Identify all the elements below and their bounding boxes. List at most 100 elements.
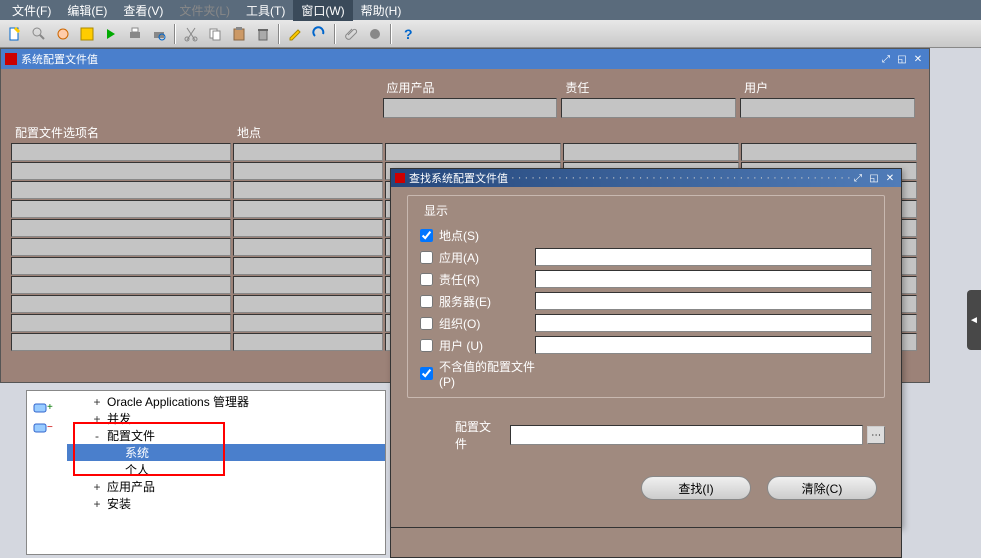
grid-cell[interactable] (563, 143, 739, 161)
grid-cell[interactable] (233, 219, 383, 237)
tree-item[interactable]: +Oracle Applications 管理器 (67, 393, 385, 410)
tree-expand-icon[interactable]: + (91, 497, 103, 511)
menu-view[interactable]: 查看(V) (115, 0, 171, 21)
grid-cell[interactable] (233, 200, 383, 218)
resp-field[interactable] (561, 98, 736, 118)
server-checkbox[interactable] (420, 295, 433, 308)
restore-icon[interactable]: ◱ (895, 52, 909, 66)
window-titlebar[interactable]: 系统配置文件值 ⤢ ◱ ✕ (1, 49, 929, 69)
user-input[interactable] (535, 336, 872, 354)
delete-icon[interactable] (252, 23, 274, 45)
tree-expand-icon[interactable]: + (91, 480, 103, 494)
app-checkbox[interactable] (420, 251, 433, 264)
menu-help[interactable]: 帮助(H) (353, 0, 410, 21)
find-button[interactable]: 查找(I) (641, 476, 751, 500)
org-checkbox[interactable] (420, 317, 433, 330)
app-input[interactable] (535, 248, 872, 266)
tools-icon[interactable] (364, 23, 386, 45)
tree-expand-icon[interactable]: + (91, 412, 103, 426)
grid-cell[interactable] (233, 143, 383, 161)
undo-icon[interactable] (308, 23, 330, 45)
user-checkbox[interactable] (420, 339, 433, 352)
tree-item[interactable]: +安装 (67, 495, 385, 512)
grid-cell[interactable] (233, 181, 383, 199)
side-handle[interactable]: ◄ (967, 290, 981, 350)
menu-window[interactable]: 窗口(W) (293, 0, 352, 21)
menu-edit[interactable]: 编辑(E) (59, 0, 115, 21)
grid-cell[interactable] (233, 257, 383, 275)
grid-cell[interactable] (11, 295, 231, 313)
profile-input[interactable] (510, 425, 863, 445)
dialog-title: 查找系统配置文件值 (409, 170, 508, 186)
resp-label: 责任(R) (439, 271, 535, 288)
menu-folder: 文件夹(L) (171, 0, 238, 21)
next-icon[interactable] (100, 23, 122, 45)
grid-cell[interactable] (11, 257, 231, 275)
tree-item[interactable]: -配置文件 (67, 427, 385, 444)
separator (278, 24, 280, 44)
lookup-button[interactable]: ⋯ (867, 426, 885, 444)
server-input[interactable] (535, 292, 872, 310)
grid-cell[interactable] (233, 238, 383, 256)
org-input[interactable] (535, 314, 872, 332)
clear-button[interactable]: 清除(C) (767, 476, 877, 500)
tree-add-icon[interactable]: + (31, 399, 55, 415)
paste-icon[interactable] (228, 23, 250, 45)
tree-remove-icon[interactable]: − (31, 419, 55, 435)
bottom-panel (390, 528, 902, 558)
edit-icon[interactable] (284, 23, 306, 45)
resp-checkbox[interactable] (420, 273, 433, 286)
menu-file[interactable]: 文件(F) (4, 0, 59, 21)
tree-item[interactable]: 个人 (67, 461, 385, 478)
grid-cell[interactable] (11, 162, 231, 180)
resp-input[interactable] (535, 270, 872, 288)
grid-cell[interactable] (11, 181, 231, 199)
help-icon[interactable]: ? (396, 23, 418, 45)
grid-cell[interactable] (233, 314, 383, 332)
copy-icon[interactable] (204, 23, 226, 45)
user-label: 用户 (740, 79, 919, 96)
restore-icon[interactable]: ◱ (867, 171, 881, 185)
grid-row (11, 143, 919, 161)
minimize-icon[interactable]: ⤢ (851, 171, 865, 185)
app-label: 应用产品 (383, 79, 562, 96)
flashlight-icon[interactable] (52, 23, 74, 45)
grid-cell[interactable] (233, 162, 383, 180)
tree-item-label: 安装 (103, 495, 131, 512)
close-icon[interactable]: ✕ (911, 52, 925, 66)
grid-cell[interactable] (11, 143, 231, 161)
dialog-row-org: 组织(O) (420, 313, 872, 333)
app-field[interactable] (383, 98, 558, 118)
grid-cell[interactable] (233, 333, 383, 351)
tree-item[interactable]: +应用产品 (67, 478, 385, 495)
new-doc-icon[interactable] (4, 23, 26, 45)
grid-cell[interactable] (741, 143, 917, 161)
cut-icon[interactable] (180, 23, 202, 45)
grid-cell[interactable] (11, 276, 231, 294)
grid-cell[interactable] (11, 238, 231, 256)
grid-cell[interactable] (11, 333, 231, 351)
user-field[interactable] (740, 98, 915, 118)
print-preview-icon[interactable] (148, 23, 170, 45)
site-checkbox[interactable] (420, 229, 433, 242)
grid-cell[interactable] (11, 219, 231, 237)
menu-tools[interactable]: 工具(T) (238, 0, 293, 21)
dialog-titlebar[interactable]: 查找系统配置文件值 · · · · · · · · · · · · · · · … (391, 169, 901, 187)
attach-icon[interactable] (340, 23, 362, 45)
close-icon[interactable]: ✕ (883, 171, 897, 185)
tree-expand-icon[interactable]: - (91, 429, 103, 443)
grid-cell[interactable] (233, 276, 383, 294)
novalue-checkbox[interactable] (420, 367, 433, 380)
find-icon[interactable] (28, 23, 50, 45)
minimize-icon[interactable]: ⤢ (879, 52, 893, 66)
save-icon[interactable] (76, 23, 98, 45)
tree-item[interactable]: +并发 (67, 410, 385, 427)
tree-item[interactable]: 系统 (67, 444, 385, 461)
grid-cell[interactable] (385, 143, 561, 161)
tree-expand-icon[interactable]: + (91, 395, 103, 409)
find-system-profile-dialog: 查找系统配置文件值 · · · · · · · · · · · · · · · … (390, 168, 902, 528)
print-icon[interactable] (124, 23, 146, 45)
grid-cell[interactable] (11, 200, 231, 218)
grid-cell[interactable] (11, 314, 231, 332)
grid-cell[interactable] (233, 295, 383, 313)
